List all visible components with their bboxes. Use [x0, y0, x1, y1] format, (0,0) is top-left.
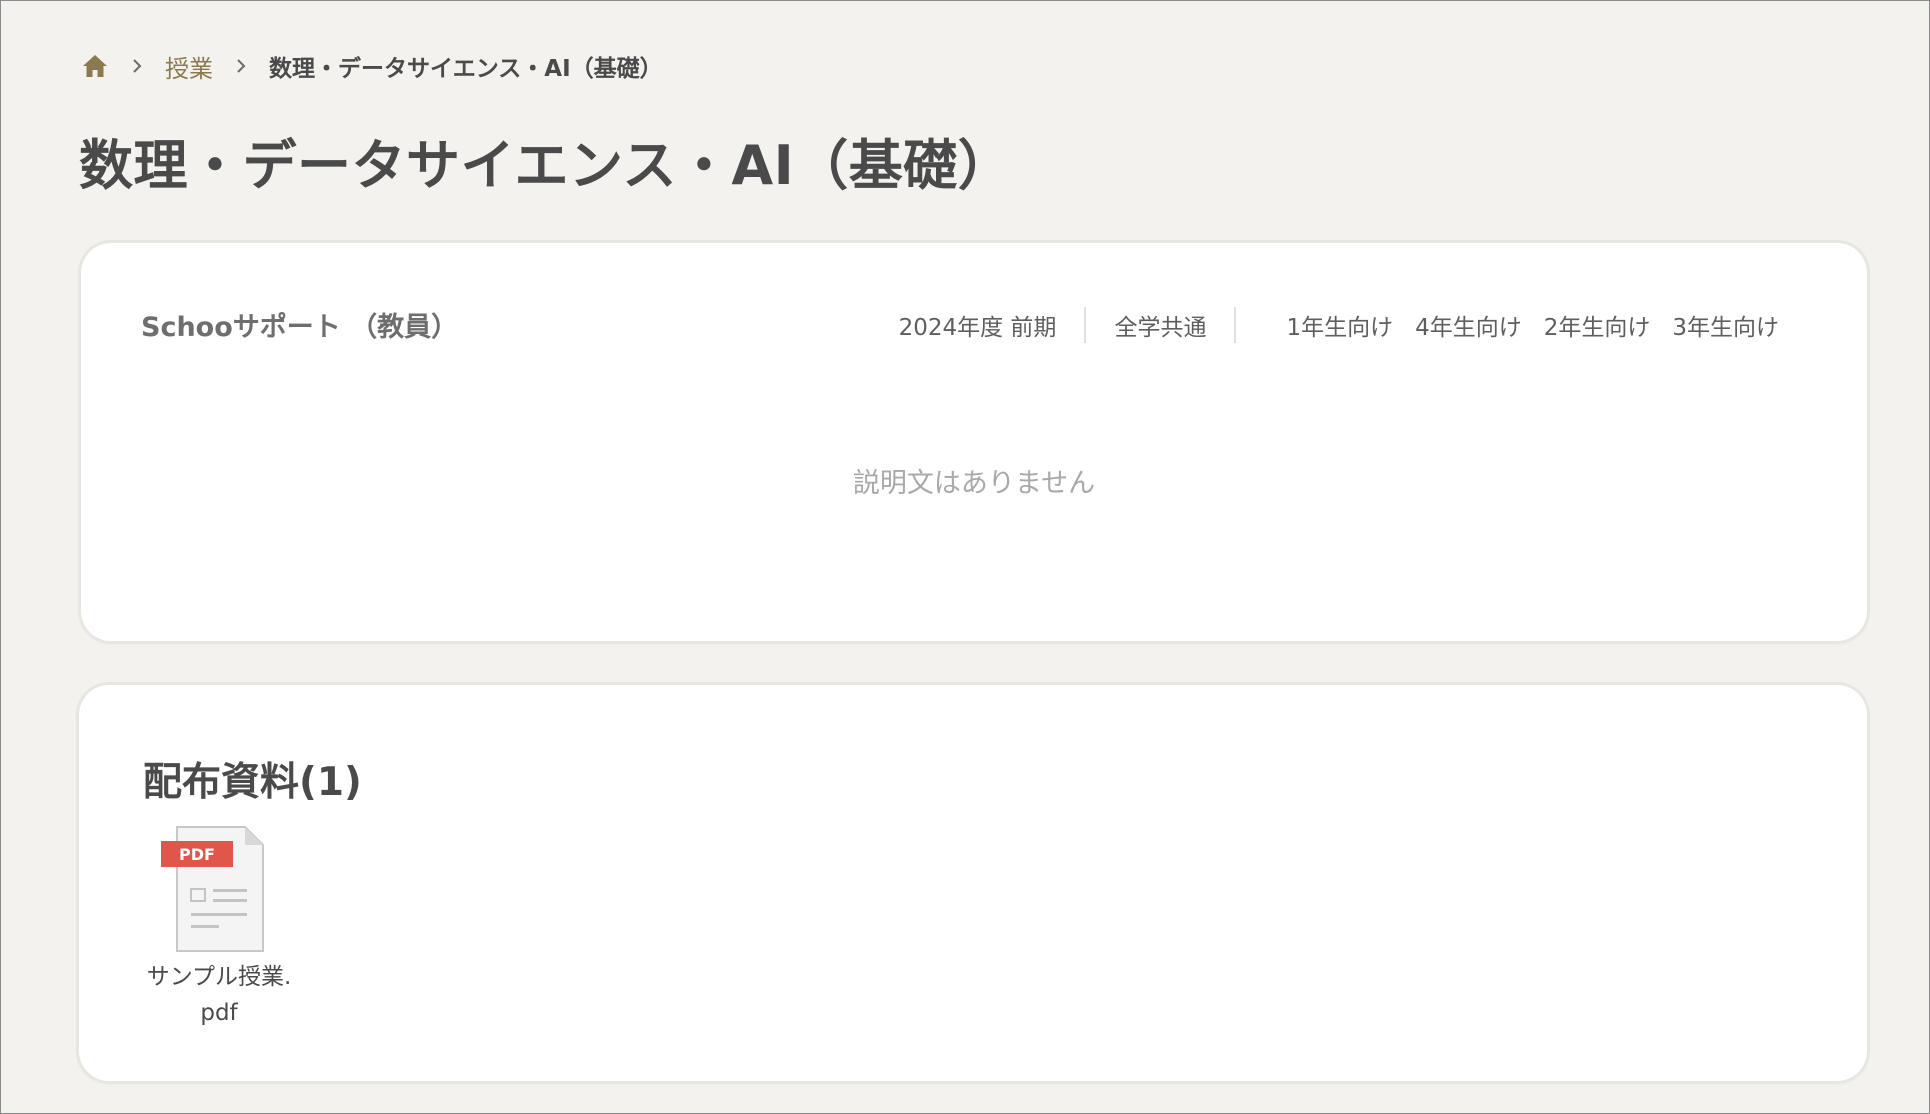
meta-divider — [1084, 307, 1087, 343]
file-name-line2: pdf — [200, 1000, 238, 1026]
file-name-line1: サンプル授業. — [146, 964, 292, 990]
course-department: 全学共通 — [1114, 315, 1207, 341]
breadcrumb: 授業 数理・データサイエンス・AI（基礎） — [81, 49, 663, 83]
course-target-grade: 1年生向け — [1286, 315, 1394, 341]
meta-divider — [1234, 307, 1237, 343]
pdf-file-icon: PDF — [161, 826, 264, 952]
course-teacher: Schooサポート （教員） — [141, 312, 459, 343]
breadcrumb-link-classes[interactable]: 授業 — [165, 49, 213, 84]
course-term: 2024年度 前期 — [898, 315, 1057, 341]
file-name[interactable]: サンプル授業. pdf — [139, 959, 299, 1031]
chevron-right-icon — [123, 52, 151, 80]
course-description-empty: 説明文はありません — [852, 468, 1096, 499]
page-title: 数理・データサイエンス・AI（基礎） — [79, 134, 1013, 197]
course-target-grade: 4年生向け — [1415, 315, 1522, 341]
pdf-badge-label: PDF — [179, 845, 215, 864]
course-target-grade: 2年生向け — [1543, 315, 1651, 341]
file-item[interactable]: PDF サンプル授業. pdf — [139, 825, 299, 1031]
materials-title: 配布資料(1) — [143, 760, 362, 805]
materials-card: 配布資料(1) PDF サンプル授業. pdf — [79, 685, 1867, 1081]
chevron-right-icon — [227, 52, 255, 80]
course-meta: 2024年度 前期 全学共通 1年生向け 4年生向け 2年生向け 3年生向け — [899, 307, 1779, 343]
course-info-card: Schooサポート （教員） 2024年度 前期 全学共通 1年生向け 4年生向… — [81, 243, 1867, 641]
course-target-grade: 3年生向け — [1672, 315, 1779, 341]
breadcrumb-current: 数理・データサイエンス・AI（基礎） — [269, 56, 663, 82]
home-icon[interactable] — [81, 52, 109, 80]
